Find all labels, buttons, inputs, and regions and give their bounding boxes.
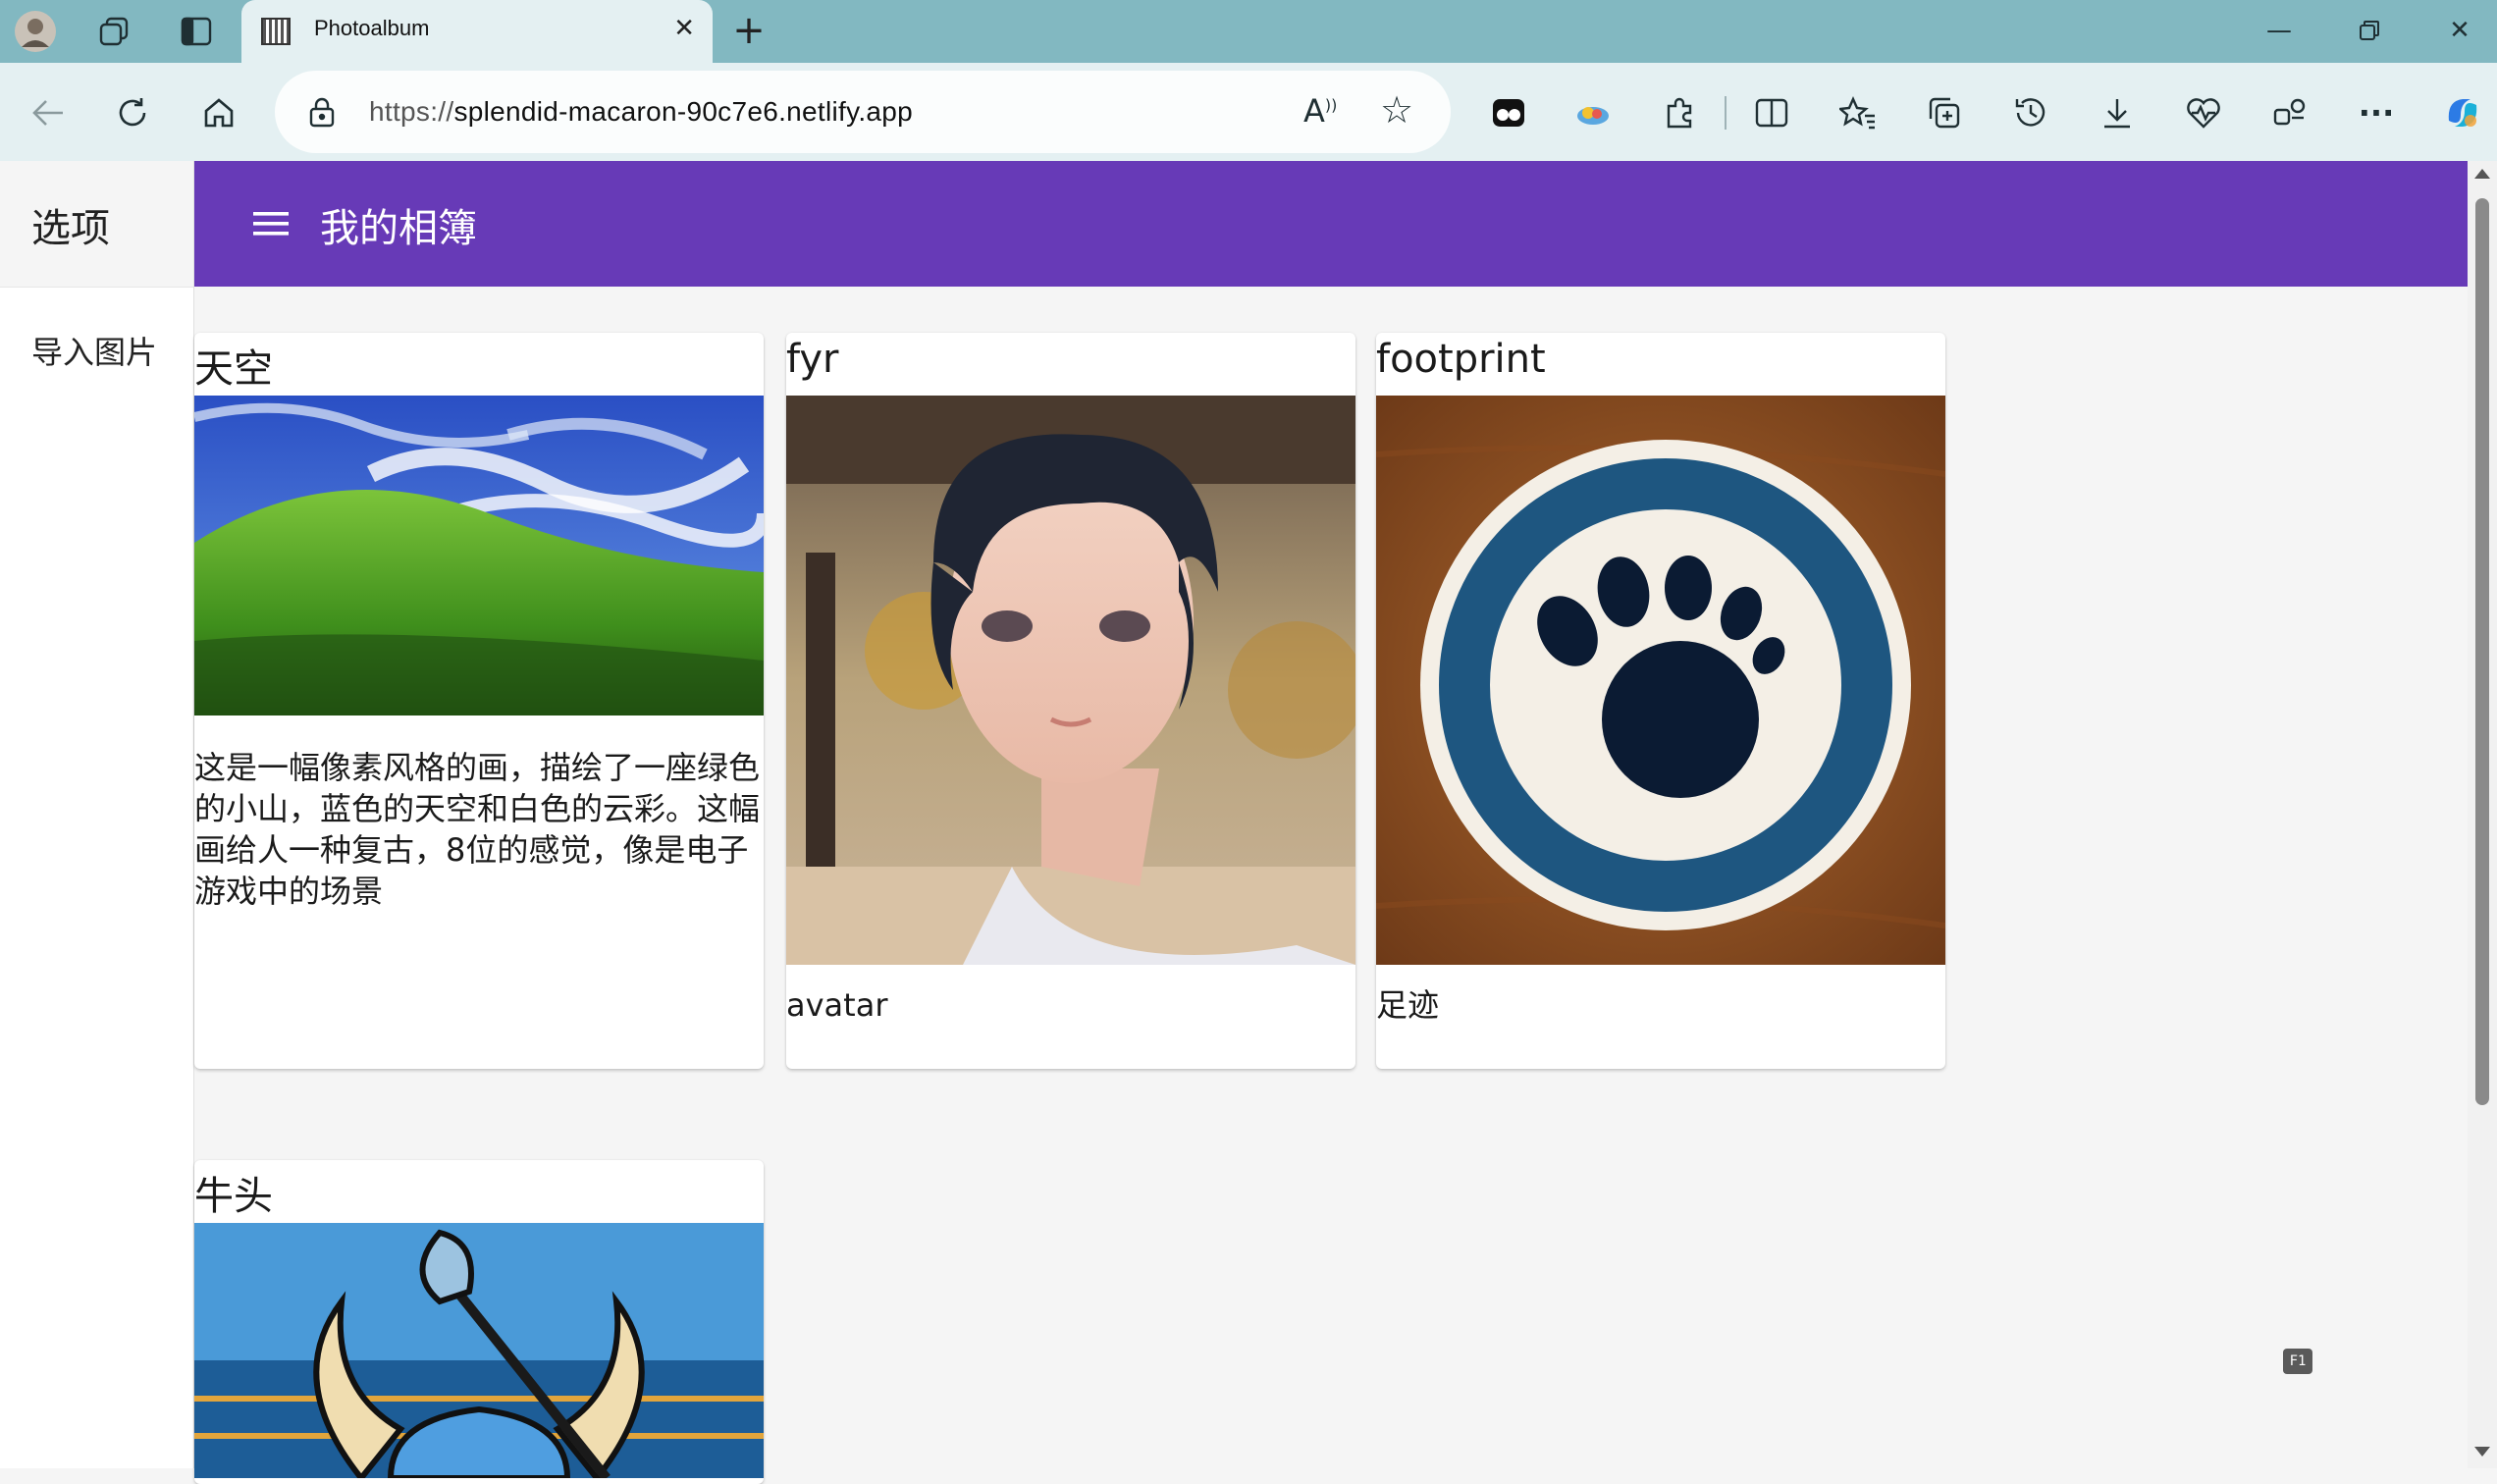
favorites-icon[interactable] xyxy=(1833,88,1883,137)
scroll-up-arrow-icon[interactable] xyxy=(2474,169,2490,179)
close-window-icon[interactable]: ✕ xyxy=(2430,8,2489,53)
card-title: 牛头 xyxy=(194,1174,273,1219)
photo-paw-coaster[interactable] xyxy=(1376,396,1945,965)
hamburger-menu-icon[interactable] xyxy=(251,204,291,243)
downloads-icon[interactable] xyxy=(2093,88,2142,137)
options-drawer: 选项 导入图片 xyxy=(0,161,194,1468)
page-scrollbar[interactable] xyxy=(2468,161,2497,1468)
card-title: footprint xyxy=(1376,337,1546,382)
copilot-icon[interactable] xyxy=(2438,88,2487,137)
photo-card-bull-head[interactable]: 牛头 xyxy=(194,1160,764,1484)
tab-title: Photoalbum xyxy=(314,16,430,40)
history-icon[interactable] xyxy=(2006,88,2055,137)
tab-photoalbum[interactable]: Photoalbum ✕ xyxy=(241,0,713,63)
card-description: 这是一幅像素风格的画，描绘了一座绿色的小山，蓝色的天空和白色的云彩。这幅画给人一… xyxy=(194,749,761,910)
browser-toolbar: https://splendid-macaron-90c7e6.netlify.… xyxy=(0,63,2497,161)
favorite-star-icon[interactable]: ☆ xyxy=(1380,88,1413,132)
card-title: fyr xyxy=(786,337,839,382)
profile-avatar[interactable] xyxy=(14,10,57,53)
photo-pixel-art-hill[interactable] xyxy=(194,396,764,716)
web-page: 选项 导入图片 我的相簿 天空 这是一幅像素风格的画，描绘了一座绿色的小山，蓝色… xyxy=(0,161,2497,1484)
url-text[interactable]: https://splendid-macaron-90c7e6.netlify.… xyxy=(369,96,913,128)
lock-icon[interactable] xyxy=(308,96,336,132)
photo-horned-knight[interactable] xyxy=(194,1223,764,1478)
url-host: splendid-macaron-90c7e6.netlify.app xyxy=(453,96,914,127)
extension-mask-icon[interactable] xyxy=(1484,88,1533,137)
photo-anime-portrait[interactable] xyxy=(786,396,1355,965)
browser-tab-bar: Photoalbum ✕ + — ✕ xyxy=(0,0,2497,63)
vertical-tabs-icon[interactable] xyxy=(175,10,218,53)
url-protocol: https:// xyxy=(369,96,454,127)
photo-card-fyr[interactable]: fyr avatar xyxy=(786,333,1355,1069)
photo-card-footprint[interactable]: footprint 足迹 xyxy=(1376,333,1945,1069)
f1-badge: F1 xyxy=(2283,1349,2312,1374)
new-tab-icon[interactable]: + xyxy=(726,8,771,53)
extensions-puzzle-icon[interactable] xyxy=(1655,88,1704,137)
read-aloud-icon[interactable]: A)) xyxy=(1303,92,1337,130)
card-description: 足迹 xyxy=(1376,986,1440,1024)
restore-icon[interactable] xyxy=(2340,8,2399,53)
drawer-item-import-images[interactable]: 导入图片 xyxy=(31,328,157,373)
toolbar-divider xyxy=(1725,96,1727,130)
home-icon[interactable] xyxy=(194,88,243,137)
split-screen-icon[interactable] xyxy=(1747,88,1796,137)
card-title: 天空 xyxy=(194,346,273,392)
minimize-icon[interactable]: — xyxy=(2250,8,2309,53)
extension-cloud-icon[interactable] xyxy=(1568,88,1618,137)
photo-card-sky[interactable]: 天空 这是一幅像素风格的画，描绘了一座绿色的小山，蓝色的天空和白色的云彩。这幅画… xyxy=(194,333,764,1069)
app-bar: 我的相簿 xyxy=(194,161,2468,287)
more-options-icon[interactable]: ··· xyxy=(2352,88,2401,137)
share-feedback-icon[interactable] xyxy=(2265,88,2314,137)
drawer-header: 选项 xyxy=(0,161,193,288)
drawer-title: 选项 xyxy=(31,206,110,251)
scroll-down-arrow-icon[interactable] xyxy=(2474,1447,2490,1457)
collections-icon[interactable] xyxy=(1920,88,1969,137)
card-description: avatar xyxy=(786,986,888,1024)
workspaces-icon[interactable] xyxy=(92,10,135,53)
address-bar[interactable]: https://splendid-macaron-90c7e6.netlify.… xyxy=(275,71,1451,153)
scrollbar-thumb[interactable] xyxy=(2475,198,2489,1105)
tab-close-icon[interactable]: ✕ xyxy=(673,14,695,43)
refresh-icon[interactable] xyxy=(108,88,157,137)
browser-essentials-icon[interactable] xyxy=(2179,88,2228,137)
site-favicon-icon xyxy=(261,18,291,45)
back-icon[interactable] xyxy=(24,88,73,137)
app-title: 我的相簿 xyxy=(320,206,477,251)
